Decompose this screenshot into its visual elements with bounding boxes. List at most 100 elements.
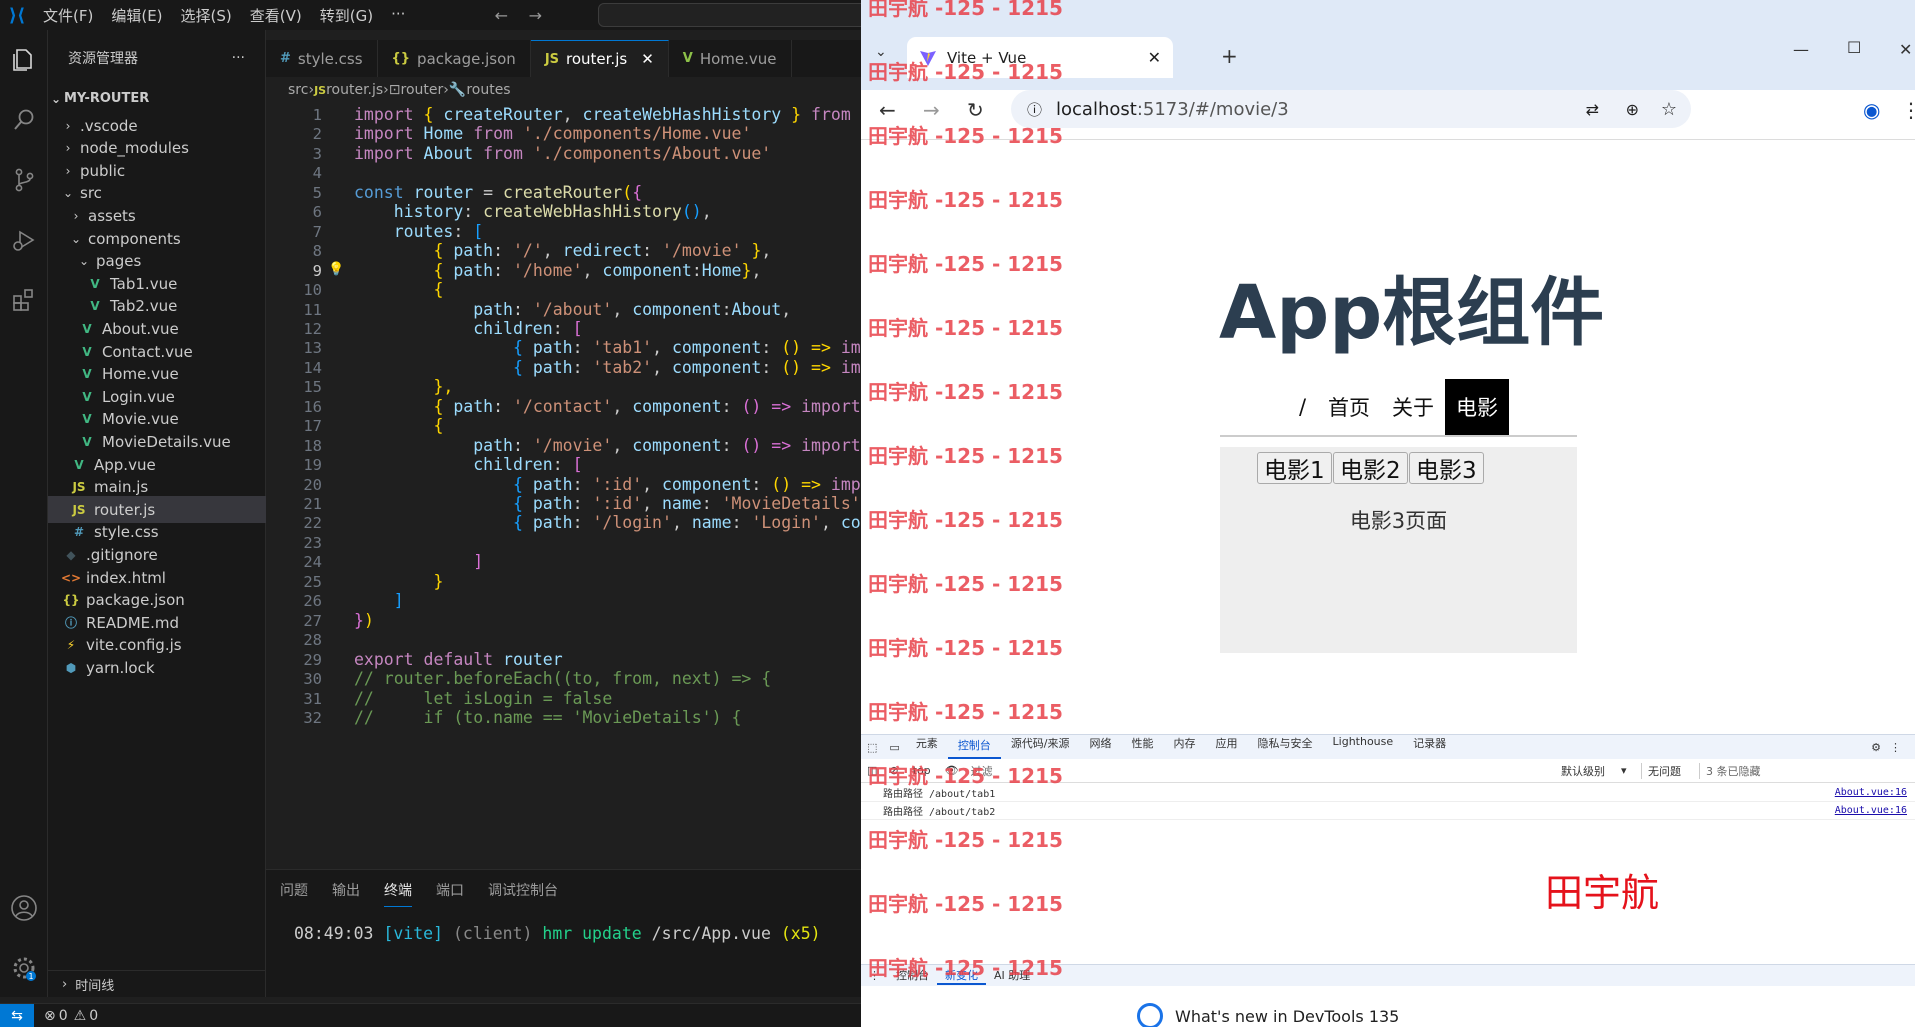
back-arrow-icon[interactable]: ← xyxy=(484,6,518,25)
line-number: 10 xyxy=(303,281,322,300)
editor-tab[interactable]: # style.css xyxy=(266,40,378,77)
extensions-icon[interactable] xyxy=(0,270,48,330)
devtools-tab[interactable]: 源代码/来源 xyxy=(1001,735,1080,759)
panel-tab[interactable]: 输出 xyxy=(332,874,360,906)
tree-item-label: pages xyxy=(96,252,142,271)
movie-button[interactable]: 电影3 xyxy=(1409,452,1484,484)
reload-icon[interactable]: ↻ xyxy=(967,98,984,122)
new-tab-icon[interactable]: + xyxy=(1221,44,1238,68)
movie-button[interactable]: 电影2 xyxy=(1333,452,1408,484)
panel-tab[interactable]: 终端 xyxy=(384,874,412,907)
back-icon[interactable]: ← xyxy=(879,98,896,122)
warning-icon[interactable]: ⚠ xyxy=(74,1008,87,1024)
translate-icon[interactable]: ⇄ xyxy=(1586,100,1599,119)
watermark-text: 田宇航 -125 - 1215 xyxy=(868,252,1063,276)
timeline-section[interactable]: › 时间线 xyxy=(48,970,266,997)
tree-item-label: vite.config.js xyxy=(86,636,182,655)
log-source-link[interactable]: About.vue:16 xyxy=(1835,787,1907,798)
code-editor[interactable]: 1 import { createRouter, createWebHashHis… xyxy=(266,106,861,869)
url-field[interactable]: ⓘ localhost:5173/#/movie/3 ⇄ ⊕ ☆ xyxy=(1011,90,1691,128)
watermark-text: 田宇航 -125 - 1215 xyxy=(868,0,1063,20)
nav-link[interactable]: / xyxy=(1288,379,1317,435)
inspect-icon[interactable]: ⬚ xyxy=(861,741,883,754)
lightbulb-icon[interactable]: 💡 xyxy=(328,262,344,277)
panel-tab[interactable]: 调试控制台 xyxy=(488,874,558,906)
explorer-more-icon[interactable]: ··· xyxy=(232,50,245,66)
code-line: { xyxy=(433,416,444,436)
devtools-tab[interactable]: 隐私与安全 xyxy=(1248,735,1323,759)
close-window-icon[interactable]: ✕ xyxy=(1899,40,1912,59)
breadcrumb-item[interactable]: router xyxy=(401,82,444,98)
chevron-down-icon: ⌄ xyxy=(78,254,90,269)
tree-item-label: index.html xyxy=(86,568,166,587)
project-root[interactable]: ⌄ MY-ROUTER xyxy=(48,85,266,112)
nav-link[interactable]: 关于 xyxy=(1381,379,1445,435)
terminal-output[interactable]: 08:49:03 [vite] (client) hmr update /src… xyxy=(266,910,861,943)
menu-item[interactable]: 文件(F) xyxy=(34,5,102,26)
devtools-tab[interactable]: 内存 xyxy=(1164,735,1206,759)
devtools-tab[interactable]: 应用 xyxy=(1206,735,1248,759)
editor-tab[interactable]: V Home.vue xyxy=(669,40,792,77)
code-line: { path: 'tab2', component: () => impo xyxy=(512,357,861,377)
search-icon[interactable] xyxy=(0,90,48,150)
menu-item[interactable]: 查看(V) xyxy=(241,5,311,26)
log-level-select[interactable]: 默认级别 xyxy=(1561,763,1605,779)
line-number: 9 xyxy=(312,261,322,280)
run-debug-icon[interactable] xyxy=(0,210,48,270)
device-toggle-icon[interactable]: ▭ xyxy=(883,741,905,754)
tree-item-label: style.css xyxy=(94,523,159,542)
devtools-tab[interactable]: 元素 xyxy=(906,735,948,759)
log-source-link[interactable]: About.vue:16 xyxy=(1835,805,1907,816)
account-icon[interactable] xyxy=(0,880,48,936)
devtools-tab[interactable]: 性能 xyxy=(1122,735,1164,759)
maximize-icon[interactable]: ☐ xyxy=(1847,38,1861,57)
tree-item[interactable]: ⬢ yarn.lock xyxy=(48,654,266,681)
breadcrumb-item[interactable]: routes xyxy=(466,82,510,98)
close-tab-icon[interactable]: ✕ xyxy=(1148,48,1161,67)
issues-label[interactable]: 无问题 xyxy=(1641,762,1681,779)
nav-link[interactable]: 电影 xyxy=(1445,379,1510,435)
editor-tab[interactable]: JS router.js ✕ xyxy=(530,40,669,77)
error-icon[interactable]: ⊗ xyxy=(44,1008,56,1024)
forward-icon[interactable]: → xyxy=(923,98,940,122)
panel-tab[interactable]: 端口 xyxy=(436,874,464,906)
close-tab-icon[interactable]: ✕ xyxy=(641,50,654,68)
menu-item[interactable]: 转到(G) xyxy=(311,5,382,26)
movie-button[interactable]: 电影1 xyxy=(1257,452,1332,484)
devtools-tab[interactable]: Lighthouse xyxy=(1323,735,1404,759)
devtools-settings-icon[interactable]: ⚙ xyxy=(1871,741,1881,754)
line-number: 29 xyxy=(303,650,322,669)
menu-item[interactable]: ··· xyxy=(382,5,414,26)
profile-icon[interactable]: ◉ xyxy=(1863,98,1880,122)
chevron-down-icon: ⌄ xyxy=(70,231,82,246)
editor-tab[interactable]: {} package.json xyxy=(378,40,531,77)
source-control-icon[interactable] xyxy=(0,150,48,210)
file-vite-icon: ⚡ xyxy=(66,638,76,653)
devtools-tab[interactable]: 网络 xyxy=(1080,735,1122,759)
forward-arrow-icon[interactable]: → xyxy=(518,6,552,25)
menu-item[interactable]: 编辑(E) xyxy=(102,5,171,26)
command-center[interactable] xyxy=(598,3,861,27)
nav-link[interactable]: 首页 xyxy=(1317,379,1381,435)
bookmark-star-icon[interactable]: ☆ xyxy=(1661,99,1677,120)
breadcrumb-item[interactable]: router.js xyxy=(326,82,383,98)
breadcrumb-item[interactable]: src xyxy=(288,82,308,98)
devtools-more-icon[interactable]: ⋮ xyxy=(1890,741,1901,754)
minimize-icon[interactable]: — xyxy=(1793,40,1809,59)
line-number: 27 xyxy=(303,611,322,630)
line-number: 8 xyxy=(312,242,322,261)
site-info-icon[interactable]: ⓘ xyxy=(1027,99,1042,120)
devtools-tab[interactable]: 记录器 xyxy=(1403,735,1456,759)
watermark-text: 田宇航 -125 - 1215 xyxy=(868,572,1063,596)
zoom-icon[interactable]: ⊕ xyxy=(1626,100,1639,119)
devtools-tab[interactable]: 控制台 xyxy=(947,735,1001,759)
line-number: 19 xyxy=(303,456,322,475)
panel-tab[interactable]: 问题 xyxy=(280,874,308,906)
tab-label: router.js xyxy=(566,50,628,68)
settings-gear-icon[interactable]: 1 xyxy=(0,940,48,996)
remote-icon[interactable]: ⇆ xyxy=(0,1003,34,1027)
activity-bar: 1 xyxy=(0,30,48,997)
explorer-icon[interactable] xyxy=(0,30,48,90)
menu-icon[interactable]: ⋮ xyxy=(1901,98,1915,122)
menu-item[interactable]: 选择(S) xyxy=(172,5,241,26)
